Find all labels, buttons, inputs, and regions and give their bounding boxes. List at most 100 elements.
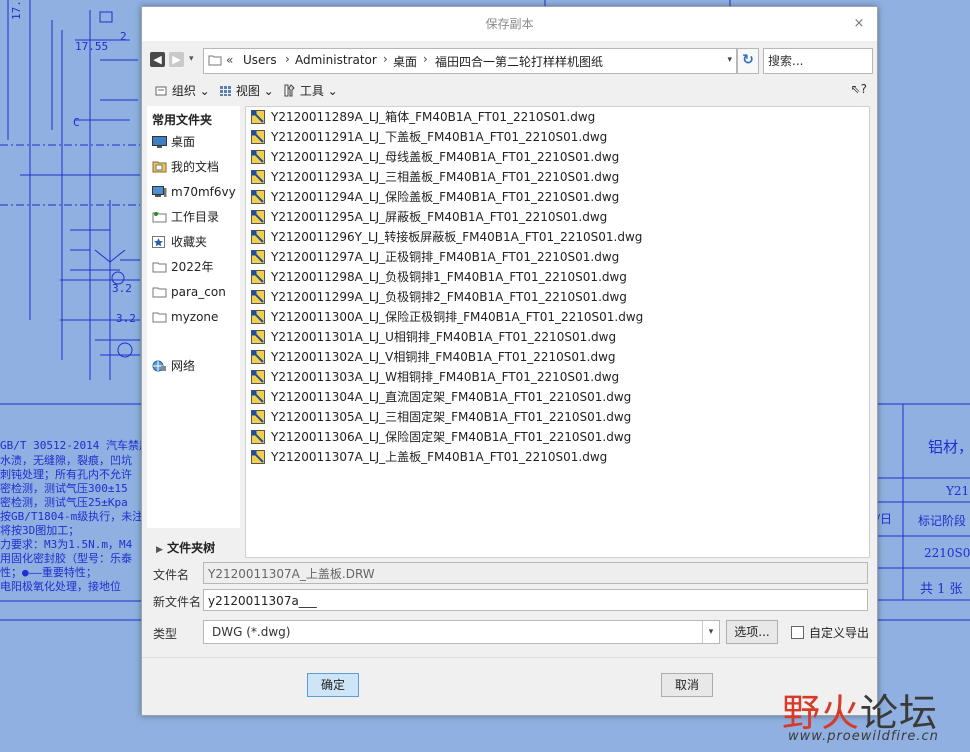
tools-menu[interactable]: 工具 ⌄ — [283, 82, 338, 100]
title-block-stage-label: 标记阶段 — [918, 514, 967, 528]
file-row[interactable]: Y2120011292A_LJ_母线盖板_FM40B1A_FT01_2210S0… — [251, 148, 619, 166]
sidebar-item-label: m70mf6vy — [171, 185, 236, 199]
common-folders-panel: 常用文件夹 桌面 我的文档 m70mf6vy 工作目录 收藏夹 2022年 pa… — [147, 106, 240, 528]
breadcrumb-overflow-icon[interactable]: « — [226, 53, 233, 67]
close-button[interactable]: × — [849, 7, 869, 41]
dwg-file-icon — [251, 410, 266, 424]
new-filename-input[interactable]: y2120011307a___ — [203, 589, 868, 611]
breadcrumb-current-folder[interactable]: 福田四合一第二轮打样样机图纸 — [435, 53, 603, 70]
file-row[interactable]: Y2120011294A_LJ_保险盖板_FM40B1A_FT01_2210S0… — [251, 188, 619, 206]
chevron-down-icon: ⌄ — [199, 84, 210, 98]
title-block-material: 铝材， — [928, 438, 970, 456]
breadcrumb-separator-icon: › — [383, 52, 388, 66]
dwg-file-icon — [251, 310, 266, 324]
sidebar-item-favorites[interactable]: 收藏夹 — [152, 233, 207, 251]
sidebar-item-label: 桌面 — [171, 135, 196, 149]
file-type-value: DWG (*.dwg) — [212, 625, 291, 639]
dwg-file-icon — [251, 390, 266, 404]
cad-dim: 17.55 — [75, 40, 109, 53]
file-row[interactable]: Y2120011307A_LJ_上盖板_FM40B1A_FT01_2210S01… — [251, 448, 607, 466]
breadcrumb-desktop[interactable]: 桌面 — [393, 53, 417, 70]
dwg-file-icon — [251, 250, 266, 264]
breadcrumb-administrator[interactable]: Administrator — [295, 53, 377, 67]
file-row[interactable]: Y2120011303A_LJ_W相铜排_FM40B1A_FT01_2210S0… — [251, 368, 619, 386]
cad-dim: 2 — [120, 30, 127, 43]
file-row[interactable]: Y2120011304A_LJ_直流固定架_FM40B1A_FT01_2210S… — [251, 388, 631, 406]
file-row[interactable]: Y2120011293A_LJ_三相盖板_FM40B1A_FT01_2210S0… — [251, 168, 619, 186]
working-dir-icon — [152, 210, 167, 223]
organize-icon — [155, 85, 168, 100]
search-box — [763, 48, 873, 74]
sidebar-item-para-con[interactable]: para_con — [152, 283, 226, 301]
dwg-file-icon — [251, 430, 266, 444]
folder-icon — [208, 54, 222, 69]
address-bar[interactable]: « Users › Administrator › 桌面 › 福田四合一第二轮打… — [203, 48, 737, 74]
dwg-file-icon — [251, 150, 266, 164]
desktop-icon — [152, 135, 167, 148]
help-button[interactable]: ⇖? — [851, 82, 867, 96]
file-name: Y2120011301A_LJ_U相铜排_FM40B1A_FT01_2210S0… — [271, 330, 617, 344]
file-row[interactable]: Y2120011305A_LJ_三相固定架_FM40B1A_FT01_2210S… — [251, 408, 631, 426]
address-dropdown-icon[interactable]: ▾ — [727, 55, 732, 65]
tools-label: 工具 — [299, 84, 324, 98]
custom-export-checkbox[interactable] — [791, 626, 804, 639]
forward-arrow-icon[interactable]: ▶ — [169, 52, 184, 67]
sidebar-item-2022[interactable]: 2022年 — [152, 258, 214, 276]
organize-menu[interactable]: 组织 ⌄ — [155, 82, 210, 100]
file-name: Y2120011296Y_LJ_转接板屏蔽板_FM40B1A_FT01_2210… — [271, 230, 643, 244]
file-row[interactable]: Y2120011300A_LJ_保险正极铜排_FM40B1A_FT01_2210… — [251, 308, 643, 326]
sidebar-item-computer[interactable]: m70mf6vy — [152, 183, 236, 201]
views-icon — [219, 85, 232, 100]
ok-button[interactable]: 确定 — [307, 673, 359, 697]
file-name: Y2120011295A_LJ_屏蔽板_FM40B1A_FT01_2210S01… — [271, 210, 608, 224]
dwg-file-icon — [251, 130, 266, 144]
file-type-select[interactable]: DWG (*.dwg) ▾ — [203, 620, 720, 644]
search-input[interactable] — [766, 49, 870, 73]
title-block-date-label: /日 — [876, 512, 893, 526]
folder-icon — [152, 310, 167, 323]
back-arrow-icon[interactable]: ◀ — [150, 52, 165, 67]
file-row[interactable]: Y2120011291A_LJ_下盖板_FM40B1A_FT01_2210S01… — [251, 128, 607, 146]
title-block-doc-no: 2210S01 — [924, 546, 970, 560]
title-block-code: Y21 — [946, 484, 970, 498]
watermark-url: www.proewildfire.cn — [788, 729, 939, 744]
dwg-file-icon — [251, 290, 266, 304]
history-dropdown-icon[interactable]: ▾ — [189, 54, 194, 64]
file-row[interactable]: Y2120011296Y_LJ_转接板屏蔽板_FM40B1A_FT01_2210… — [251, 228, 642, 246]
file-name: Y2120011302A_LJ_V相铜排_FM40B1A_FT01_2210S0… — [271, 350, 616, 364]
views-label: 视图 — [235, 84, 260, 98]
cad-dim: 3.2 — [116, 312, 136, 325]
navigation-bar: ◀ ▶ ▾ « Users › Administrator › 桌面 › 福田四… — [142, 47, 877, 75]
file-row[interactable]: Y2120011289A_LJ_箱体_FM40B1A_FT01_2210S01.… — [251, 108, 595, 126]
options-button[interactable]: 选项... — [726, 620, 778, 644]
folder-icon — [152, 260, 167, 273]
sidebar-item-network[interactable]: 网络 — [152, 357, 195, 375]
new-filename-label: 新文件名 — [153, 595, 202, 609]
cad-note: 电阳极氧化处理，接地位 — [0, 580, 121, 593]
sidebar-item-label: para_con — [171, 285, 226, 299]
file-name: Y2120011298A_LJ_负极铜排1_FM40B1A_FT01_2210S… — [271, 270, 627, 284]
views-menu[interactable]: 视图 ⌄ — [219, 82, 274, 100]
chevron-down-icon: ▾ — [702, 621, 719, 643]
file-row[interactable]: Y2120011298A_LJ_负极铜排1_FM40B1A_FT01_2210S… — [251, 268, 627, 286]
sidebar-item-working-dir[interactable]: 工作目录 — [152, 208, 219, 226]
file-row[interactable]: Y2120011306A_LJ_保险固定架_FM40B1A_FT01_2210S… — [251, 428, 631, 446]
sidebar-item-documents[interactable]: 我的文档 — [152, 158, 219, 176]
toolbar: 组织 ⌄ 视图 ⌄ 工具 ⌄ ⇖? — [142, 79, 877, 103]
sidebar-item-myzone[interactable]: myzone — [152, 308, 218, 326]
dwg-file-icon — [251, 170, 266, 184]
breadcrumb-users[interactable]: Users — [243, 53, 277, 67]
file-row[interactable]: Y2120011302A_LJ_V相铜排_FM40B1A_FT01_2210S0… — [251, 348, 616, 366]
dialog-title: 保存副本 — [485, 17, 534, 31]
file-row[interactable]: Y2120011301A_LJ_U相铜排_FM40B1A_FT01_2210S0… — [251, 328, 616, 346]
sidebar-item-label: 网络 — [171, 359, 196, 373]
cancel-button[interactable]: 取消 — [661, 673, 713, 697]
sidebar-item-desktop[interactable]: 桌面 — [152, 133, 195, 151]
breadcrumb-separator-icon: › — [423, 52, 428, 66]
folder-tree-toggle[interactable]: ▶ 文件夹树 — [156, 539, 215, 556]
file-row[interactable]: Y2120011299A_LJ_负极铜排2_FM40B1A_FT01_2210S… — [251, 288, 627, 306]
file-name: Y2120011292A_LJ_母线盖板_FM40B1A_FT01_2210S0… — [271, 150, 620, 164]
refresh-icon[interactable]: ↻ — [737, 48, 759, 74]
file-row[interactable]: Y2120011295A_LJ_屏蔽板_FM40B1A_FT01_2210S01… — [251, 208, 607, 226]
file-row[interactable]: Y2120011297A_LJ_正极铜排_FM40B1A_FT01_2210S0… — [251, 248, 619, 266]
